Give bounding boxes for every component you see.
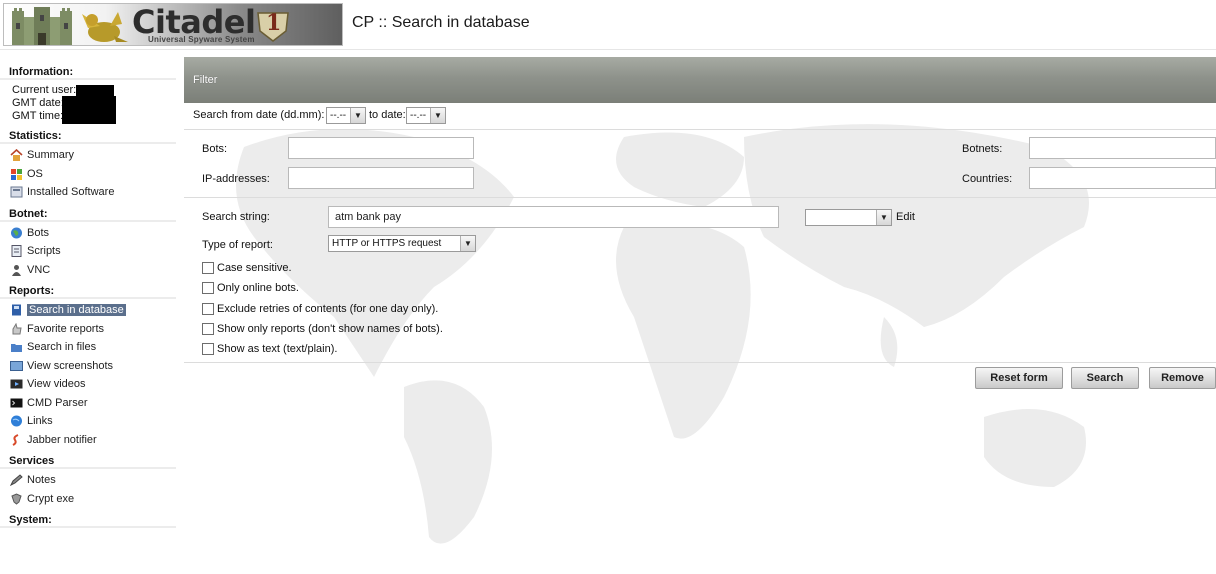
- castle-icon: [12, 7, 72, 45]
- only-online-bots-option[interactable]: Only online bots.: [202, 282, 299, 294]
- report-type-label: Type of report:: [202, 239, 273, 251]
- chevron-down-icon: ▼: [430, 108, 445, 123]
- nav-bots[interactable]: Bots: [0, 224, 180, 243]
- vnc-user-icon: [12, 264, 21, 276]
- database-icon: [12, 304, 21, 316]
- section-title-botnet: Botnet:: [0, 206, 176, 222]
- globe-link-icon: [11, 415, 22, 427]
- nav-crypt-exe[interactable]: Crypt exe: [0, 490, 180, 509]
- bots-label: Bots:: [202, 143, 228, 155]
- ip-addresses-label: IP-addresses:: [202, 173, 270, 185]
- date-from-label: Search from date (dd.mm):: [193, 109, 325, 121]
- chevron-down-icon: ▼: [460, 236, 475, 251]
- filter-title: Filter: [193, 74, 218, 86]
- globe-icon: [11, 227, 22, 239]
- search-string-input[interactable]: [328, 206, 779, 228]
- nav-links[interactable]: Links: [0, 412, 180, 431]
- gmt-time-label: GMT time:: [12, 110, 64, 122]
- section-title-services: Services: [0, 453, 176, 469]
- date-to-label: to date:: [369, 109, 406, 121]
- section-title-reports: Reports:: [0, 283, 176, 299]
- nav-search-in-files[interactable]: Search in files: [0, 338, 180, 357]
- exclude-retries-checkbox[interactable]: [202, 303, 214, 315]
- nav-view-screenshots[interactable]: View screenshots: [0, 357, 180, 376]
- gmt-date-row: GMT date:: [0, 96, 180, 124]
- nav-vnc[interactable]: VNC: [0, 261, 180, 280]
- folder-icon: [11, 344, 22, 353]
- citadel-logo[interactable]: Citadel 1 Universal Spyware System: [3, 3, 343, 46]
- botnets-label: Botnets:: [962, 143, 1003, 155]
- show-only-reports-checkbox[interactable]: [202, 323, 214, 335]
- date-from-select[interactable]: --.-- ▼: [326, 107, 366, 124]
- chevron-down-icon: ▼: [876, 210, 891, 225]
- windows-flag-icon: [11, 168, 22, 180]
- header: Citadel 1 Universal Spyware System CP ::…: [0, 0, 1216, 50]
- bots-input[interactable]: [288, 137, 474, 159]
- search-button[interactable]: Search: [1071, 367, 1139, 389]
- nav-jabber-notifier[interactable]: Jabber notifier: [0, 431, 180, 450]
- main-content: Filter Search from date (dd.mm): --.-- ▼…: [184, 57, 1216, 574]
- nav-scripts[interactable]: Scripts: [0, 242, 180, 261]
- countries-label: Countries:: [962, 173, 1013, 185]
- nav-cmd-parser[interactable]: CMD Parser: [0, 394, 180, 413]
- thumb-icon: [12, 322, 22, 335]
- search-preset-select[interactable]: ▼: [805, 209, 892, 226]
- filter-header: Filter: [184, 57, 1216, 103]
- exclude-retries-option[interactable]: Exclude retries of contents (for one day…: [202, 303, 438, 315]
- nav-search-in-database[interactable]: Search in database: [0, 301, 180, 320]
- show-as-text-checkbox[interactable]: [202, 343, 214, 355]
- edit-link[interactable]: Edit: [896, 211, 915, 223]
- logo-badge-number: 1: [266, 10, 282, 36]
- video-icon: [10, 379, 23, 389]
- divider: [184, 197, 1216, 198]
- nav-summary[interactable]: Summary: [0, 146, 180, 165]
- jabber-icon: [12, 433, 19, 446]
- countries-input[interactable]: [1029, 167, 1216, 189]
- dragon-icon: [82, 12, 128, 42]
- section-title-statistics: Statistics:: [0, 128, 176, 144]
- only-online-bots-checkbox[interactable]: [202, 282, 214, 294]
- nav-view-videos[interactable]: View videos: [0, 375, 180, 394]
- show-as-text-option[interactable]: Show as text (text/plain).: [202, 343, 337, 355]
- software-icon: [10, 186, 23, 198]
- terminal-icon: [10, 398, 23, 408]
- screenshot-icon: [10, 360, 23, 371]
- remove-button[interactable]: Remove: [1149, 367, 1216, 389]
- case-sensitive-checkbox[interactable]: [202, 262, 214, 274]
- gmt-date-label: GMT date:: [12, 97, 64, 109]
- botnets-input[interactable]: [1029, 137, 1216, 159]
- section-title-information: Information:: [0, 64, 176, 80]
- divider: [184, 362, 1216, 363]
- sidebar: Information: Current user: GMT date: GMT…: [0, 58, 180, 574]
- gmt-time-row: GMT time:: [0, 110, 180, 123]
- nav-favorite-reports[interactable]: Favorite reports: [0, 320, 180, 339]
- section-title-system: System:: [0, 512, 176, 528]
- script-icon: [11, 245, 22, 258]
- ip-addresses-input[interactable]: [288, 167, 474, 189]
- case-sensitive-option[interactable]: Case sensitive.: [202, 262, 292, 274]
- search-string-label: Search string:: [202, 211, 270, 223]
- report-type-select[interactable]: HTTP or HTTPS request ▼: [328, 235, 476, 252]
- reset-form-button[interactable]: Reset form: [975, 367, 1063, 389]
- nav-installed-software[interactable]: Installed Software: [0, 183, 180, 202]
- pen-icon: [10, 474, 23, 487]
- crypt-icon: [11, 493, 22, 505]
- date-to-select[interactable]: --.-- ▼: [406, 107, 446, 124]
- show-only-reports-option[interactable]: Show only reports (don't show names of b…: [202, 323, 443, 335]
- page-title: CP :: Search in database: [352, 14, 530, 31]
- chevron-down-icon: ▼: [350, 108, 365, 123]
- nav-os[interactable]: OS: [0, 165, 180, 184]
- current-user-label: Current user:: [12, 84, 77, 96]
- nav-notes[interactable]: Notes: [0, 471, 180, 490]
- divider: [184, 129, 1216, 130]
- house-icon: [10, 149, 23, 162]
- logo-tagline: Universal Spyware System: [148, 35, 255, 44]
